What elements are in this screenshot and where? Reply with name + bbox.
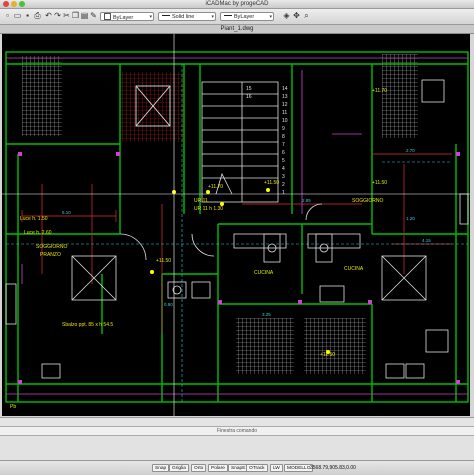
- open-icon[interactable]: ▭: [13, 11, 22, 21]
- hatch-area-top-right: [382, 54, 418, 138]
- dimension-text: 1.20: [406, 216, 415, 221]
- coordinate-readout: 3568.79,905.83,0.00: [310, 465, 356, 471]
- object-track-toggle[interactable]: OTrack: [246, 464, 268, 472]
- stair-number: 13: [282, 94, 288, 100]
- elevation-mark: +11.70: [208, 184, 223, 190]
- command-window-title: Finestra comando: [216, 428, 258, 434]
- stair-number: 8: [282, 134, 285, 140]
- ortho-toggle[interactable]: Orto: [191, 464, 207, 472]
- main-toolbar: ▫ ▭ ▪ ⎙ ↶ ↷ ✂ ❐ ▤ ✎ ByLayer ▾ Solid line ▾…: [0, 9, 474, 25]
- stair-number: 5: [282, 158, 285, 164]
- dimension-text: 2.85: [302, 198, 311, 203]
- print-icon[interactable]: ⎙: [33, 11, 42, 21]
- stair-number: 14: [282, 86, 288, 92]
- cut-icon[interactable]: ✂: [62, 11, 71, 21]
- hatch-area-top-left: [22, 56, 62, 136]
- stair-number: 12: [282, 102, 288, 108]
- hatch-area-bottom-right: [304, 318, 366, 374]
- paste-icon[interactable]: ▤: [80, 11, 89, 21]
- floor-plan-drawing: 1 2 3 4 5 6 7 8 9 10 11 12 13 14 15 16 S…: [2, 34, 470, 416]
- stair-number: 16: [246, 94, 252, 100]
- elevation-mark: +11.50: [156, 258, 171, 264]
- zoom-icon[interactable]: ⌕: [302, 11, 311, 21]
- chevron-down-icon: ▾: [269, 14, 272, 20]
- command-window-header: Finestra comando: [0, 426, 474, 435]
- command-input-area[interactable]: [0, 435, 474, 460]
- stair-number: 15: [246, 86, 252, 92]
- lineweight-select[interactable]: ByLayer ▾: [220, 12, 274, 21]
- chevron-down-icon: ▾: [211, 14, 214, 20]
- stair-number: 11: [282, 110, 287, 116]
- document-title: Piant_1.dwg: [220, 26, 254, 32]
- elevation-mark: +11.50: [372, 180, 387, 186]
- stair-number: 1: [282, 190, 285, 196]
- copy-icon[interactable]: ❐: [71, 11, 80, 21]
- pan-icon[interactable]: ✥: [292, 11, 301, 21]
- annotation-note: Luce h. 1.50: [20, 216, 48, 222]
- color-select-value: ByLayer: [113, 15, 134, 21]
- hatch-area-bottom-left: [236, 318, 294, 374]
- color-swatch-icon: [104, 13, 111, 20]
- dimension-text: 4.15: [422, 238, 431, 243]
- stair-number: 10: [282, 118, 288, 124]
- dimension-text: 5.10: [62, 210, 71, 215]
- dimension-texts: 5.10 2.70 2.85 1.20 4.15 0.90 3.25: [62, 148, 431, 317]
- new-icon[interactable]: ▫: [3, 11, 12, 21]
- undo-icon[interactable]: ↶: [44, 11, 53, 21]
- stair-number: 9: [282, 126, 285, 132]
- stair-number: 3: [282, 174, 285, 180]
- lineweight-select-value: ByLayer: [234, 14, 255, 20]
- dimension-text: 3.25: [262, 312, 271, 317]
- drawing-canvas[interactable]: 1 2 3 4 5 6 7 8 9 10 11 12 13 14 15 16 S…: [2, 34, 470, 416]
- color-select[interactable]: ByLayer ▾: [100, 12, 154, 21]
- document-tab[interactable]: Piant_1.dwg: [0, 25, 474, 34]
- chevron-down-icon: ▾: [149, 14, 152, 20]
- polar-toggle[interactable]: Polare: [208, 464, 228, 472]
- annotation-note: UR 11: [194, 198, 208, 204]
- linetype-select[interactable]: Solid line ▾: [158, 12, 216, 21]
- annotation-note: Luce h. 2.60: [24, 230, 52, 236]
- window-titlebar: iCADMac by progeCAD: [0, 0, 474, 9]
- lineweight-preview-icon: [224, 15, 232, 16]
- stair-number: 7: [282, 142, 285, 148]
- room-label-cucina: CUCINA: [344, 266, 364, 272]
- room-label-cucina: CUCINA: [254, 270, 274, 276]
- annotation-note: UR 11 h 1.30: [194, 206, 223, 212]
- lineweight-toggle[interactable]: LW: [270, 464, 283, 472]
- room-label-pranzo: PRANZO: [40, 252, 61, 258]
- stair-number: 2: [282, 182, 285, 188]
- grid-toggle[interactable]: Griglia: [169, 464, 189, 472]
- dimension-text: 0.90: [164, 302, 173, 307]
- snap-toggle[interactable]: Snap: [152, 464, 170, 472]
- dimension-text: 2.70: [406, 148, 415, 153]
- room-label-soggiorno: SOGGIORNO: [352, 198, 384, 204]
- linetype-select-value: Solid line: [172, 14, 195, 20]
- match-properties-icon[interactable]: ✎: [89, 11, 98, 21]
- linetype-preview-icon: [162, 15, 170, 16]
- status-bar: Snap Griglia Orto Polare SnapE OTrack LW…: [0, 460, 474, 475]
- layer-icon[interactable]: ◈: [282, 11, 291, 21]
- annotation-note: Pb: [10, 404, 16, 410]
- elevation-mark: +11.70: [372, 88, 387, 94]
- stair-number: 6: [282, 150, 285, 156]
- elevation-mark: +11.50: [264, 180, 279, 186]
- redo-icon[interactable]: ↷: [53, 11, 62, 21]
- window-title: iCADMac by progeCAD: [205, 1, 269, 7]
- horizontal-scrollbar[interactable]: [0, 417, 474, 426]
- room-label-soggiorno: SOGGIORNO: [36, 244, 68, 250]
- annotation-note: Sbalzo ppt. 85 x h 54.5: [62, 322, 113, 328]
- save-icon[interactable]: ▪: [23, 11, 32, 21]
- stair-number: 4: [282, 166, 285, 172]
